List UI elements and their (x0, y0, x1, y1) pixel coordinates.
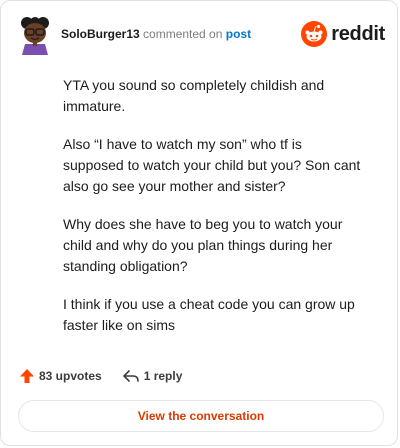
reddit-icon (301, 21, 328, 47)
comment-body: YTA you sound so completely childish and… (63, 75, 363, 353)
upvote-count: 83 upvotes (39, 369, 102, 383)
comment-header: SoloBurger13 commented on post reddit (17, 15, 385, 55)
view-conversation-button[interactable]: View the conversation (18, 400, 384, 432)
comment-footer: 83 upvotes 1 reply (19, 366, 182, 386)
comment-paragraph: YTA you sound so completely childish and… (63, 77, 325, 114)
comment-meta: SoloBurger13 commented on post (61, 27, 251, 41)
avatar[interactable] (17, 15, 53, 55)
reddit-logo[interactable]: reddit (301, 20, 385, 48)
post-link[interactable]: post (226, 27, 251, 41)
reply-arrow-icon (122, 370, 139, 382)
action-text: commented on (143, 27, 223, 41)
comment-paragraph: Why does she have to beg you to watch yo… (63, 216, 343, 274)
username[interactable]: SoloBurger13 (61, 27, 140, 41)
upvote-arrow-icon (20, 369, 34, 383)
brand-name: reddit (331, 22, 385, 45)
upvote-button[interactable]: 83 upvotes (19, 368, 102, 384)
comment-paragraph: I think if you use a cheat code you can … (63, 296, 355, 333)
reply-button[interactable]: 1 reply (122, 368, 183, 384)
reply-count: 1 reply (143, 369, 183, 383)
view-conversation-label: View the conversation (137, 409, 265, 423)
comment-paragraph: Also “I have to watch my son” who tf is … (63, 136, 361, 194)
comment-card: SoloBurger13 commented on post reddit YT… (0, 0, 398, 446)
